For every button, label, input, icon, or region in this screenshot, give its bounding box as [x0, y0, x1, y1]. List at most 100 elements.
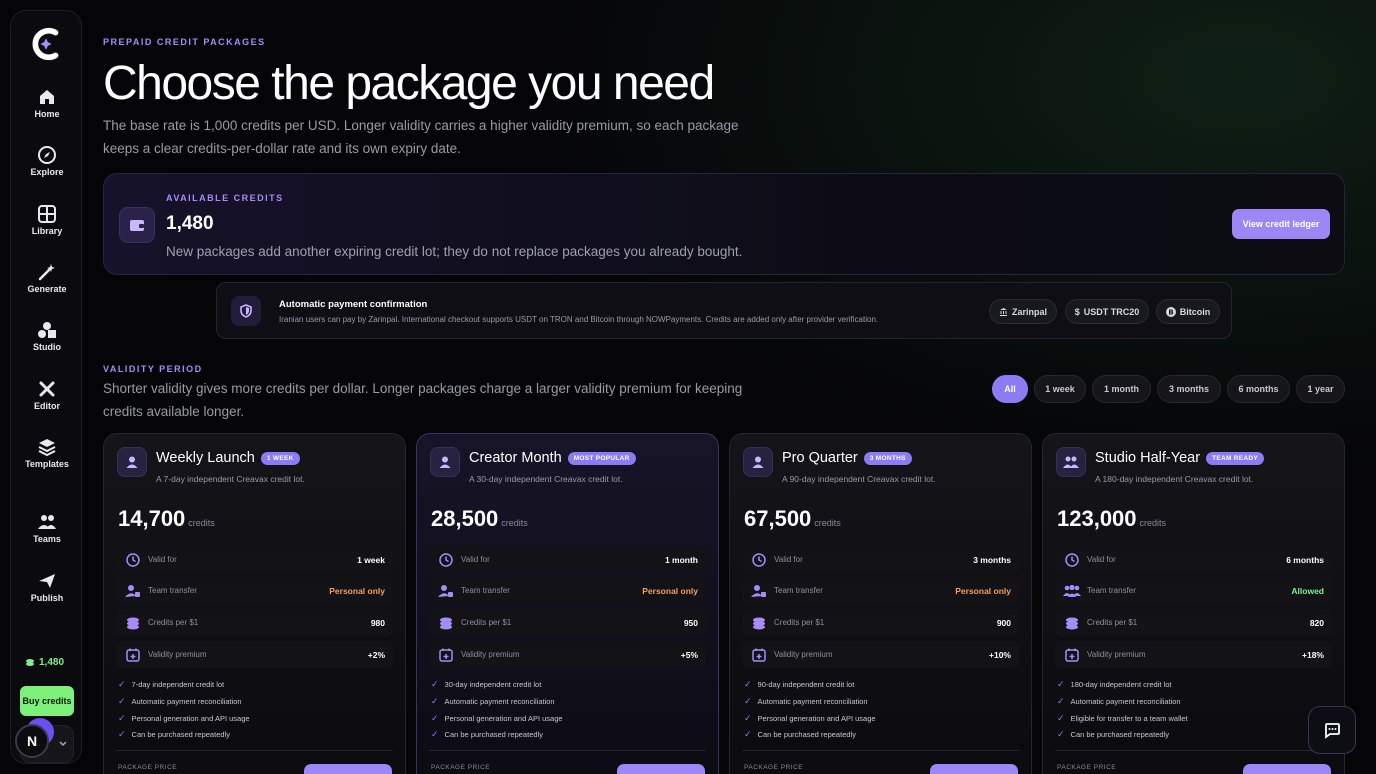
buy-package-button[interactable] [1243, 764, 1331, 774]
row-value: 900 [996, 617, 1011, 628]
sidebar-item-templates[interactable]: Templates [11, 437, 83, 469]
calendar-plus-icon [1063, 646, 1081, 664]
package-badge: 1 WEEK [260, 452, 300, 465]
sidebar-credit-balance: 1,480 [25, 657, 64, 668]
filter-1-year[interactable]: 1 year [1296, 375, 1345, 403]
buy-credits-button[interactable]: Buy credits [20, 686, 74, 716]
feature-text: Personal generation and API usage [444, 714, 563, 723]
package-description: A 180-day independent Creavax credit lot… [1095, 474, 1254, 484]
sidebar-item-studio[interactable]: Studio [11, 320, 83, 352]
user-lock-icon [750, 582, 768, 600]
package-amount-value: 123,000 [1057, 506, 1137, 531]
feature-text: Can be purchased repeatedly [757, 730, 856, 739]
buy-package-button[interactable] [304, 764, 392, 774]
coins-icon [750, 614, 768, 632]
sidebar-item-explore[interactable]: Explore [11, 145, 83, 177]
feature-item: ✓ Automatic payment reconciliation [744, 696, 868, 707]
check-icon: ✓ [431, 696, 439, 706]
credits-unit: credits [1139, 518, 1167, 528]
row-label: Team transfer [774, 586, 823, 595]
row-label: Team transfer [1087, 586, 1136, 595]
row-value: 950 [683, 617, 698, 628]
filter-all[interactable]: All [992, 375, 1028, 403]
svg-text:B: B [1168, 308, 1173, 316]
package-badge: MOST POPULAR [567, 452, 636, 465]
divider [429, 750, 706, 751]
page-description: The base rate is 1,000 credits per USD. … [103, 118, 739, 156]
row-value: 1 month [664, 554, 698, 565]
package-card-weekly-launch[interactable]: Weekly Launch 1 WEEK A 7-day independent … [103, 433, 406, 774]
feature-text: Automatic payment reconciliation [1070, 697, 1181, 706]
sidebar-item-teams[interactable]: Teams [11, 512, 83, 544]
calendar-plus-icon [437, 646, 455, 664]
user-avatar-initial[interactable]: N [15, 724, 49, 758]
row-value: Personal only [955, 585, 1011, 596]
row-value: +18% [1302, 649, 1324, 660]
payment-text: Iranian users can pay by Zarinpal. Inter… [279, 315, 879, 324]
feature-text: Can be purchased repeatedly [131, 730, 230, 739]
clock-icon [750, 551, 768, 569]
sidebar-item-generate[interactable]: Generate [11, 262, 83, 294]
row-value: 6 months [1286, 554, 1324, 565]
validity-eyebrow: VALIDITY PERIOD [103, 364, 203, 374]
feature-text: Eligible for transfer to a team wallet [1070, 714, 1188, 723]
package-name: Creator Month [469, 450, 562, 466]
check-icon: ✓ [431, 679, 439, 689]
sidebar-item-label: Library [31, 226, 63, 236]
row-label: Valid for [1087, 555, 1116, 564]
check-icon: ✓ [744, 729, 752, 739]
feature-item: ✓ Personal generation and API usage [744, 713, 876, 724]
support-chat-button[interactable] [1308, 706, 1356, 754]
row-value: 980 [370, 617, 385, 628]
creavax-logo[interactable] [27, 25, 65, 63]
filter-1-week[interactable]: 1 week [1034, 375, 1086, 403]
payment-title: Automatic payment confirmation [279, 299, 428, 310]
package-title: Weekly Launch 1 WEEK [156, 450, 300, 466]
check-icon: ✓ [744, 696, 752, 706]
send-icon [39, 574, 55, 588]
row-value: 820 [1309, 617, 1324, 628]
row-validity-premium: Validity premium +2% [116, 641, 393, 668]
sidebar-item-home[interactable]: Home [11, 87, 83, 119]
credits-amount: 1,480 [166, 213, 214, 234]
row-credits-per-dollar: Credits per $1 820 [1055, 609, 1332, 636]
filter-6-months[interactable]: 6 months [1227, 375, 1290, 403]
filter-1-month[interactable]: 1 month [1092, 375, 1151, 403]
check-icon: ✓ [431, 713, 439, 723]
row-team-transfer: Team transfer Personal only [116, 577, 393, 604]
feature-text: 7-day independent credit lot [131, 680, 225, 689]
sidebar-item-publish[interactable]: Publish [11, 571, 83, 603]
check-icon: ✓ [744, 679, 752, 689]
feature-item: ✓ Automatic payment reconciliation [431, 696, 555, 707]
package-credit-amount: 28,500 credits [431, 506, 528, 532]
package-card-studio-half-year[interactable]: Studio Half-Year TEAM READY A 180-day ind… [1042, 433, 1345, 774]
row-label: Validity premium [461, 650, 520, 659]
check-icon: ✓ [1057, 729, 1065, 739]
coins-icon [437, 614, 455, 632]
check-icon: ✓ [118, 713, 126, 723]
row-team-transfer: Team transfer Personal only [742, 577, 1019, 604]
package-description: A 7-day independent Creavax credit lot. [156, 474, 305, 484]
package-credit-amount: 14,700 credits [118, 506, 215, 532]
credits-note: New packages add another expiring credit… [166, 244, 743, 259]
check-icon: ✓ [431, 729, 439, 739]
sidebar-item-label: Teams [33, 534, 61, 544]
buy-package-button[interactable] [617, 764, 705, 774]
feature-item: ✓ 90-day independent credit lot [744, 679, 854, 690]
view-credit-ledger-button[interactable]: View credit ledger [1232, 209, 1330, 239]
row-value: +10% [989, 649, 1011, 660]
row-label: Valid for [774, 555, 803, 564]
dollar-icon: $ [1074, 306, 1080, 317]
sidebar-item-library[interactable]: Library [11, 204, 83, 236]
feature-text: Personal generation and API usage [131, 714, 250, 723]
coins-icon [26, 658, 34, 666]
feature-text: Automatic payment reconciliation [444, 697, 555, 706]
divider [1055, 750, 1332, 751]
wallet-icon [119, 207, 155, 243]
package-card-pro-quarter[interactable]: Pro Quarter 3 MONTHS A 90-day independent… [729, 433, 1032, 774]
package-credit-amount: 67,500 credits [744, 506, 841, 532]
package-card-creator-month[interactable]: Creator Month MOST POPULAR A 30-day indep… [416, 433, 719, 774]
buy-package-button[interactable] [930, 764, 1018, 774]
sidebar-item-editor[interactable]: Editor [11, 379, 83, 411]
filter-3-months[interactable]: 3 months [1157, 375, 1221, 403]
